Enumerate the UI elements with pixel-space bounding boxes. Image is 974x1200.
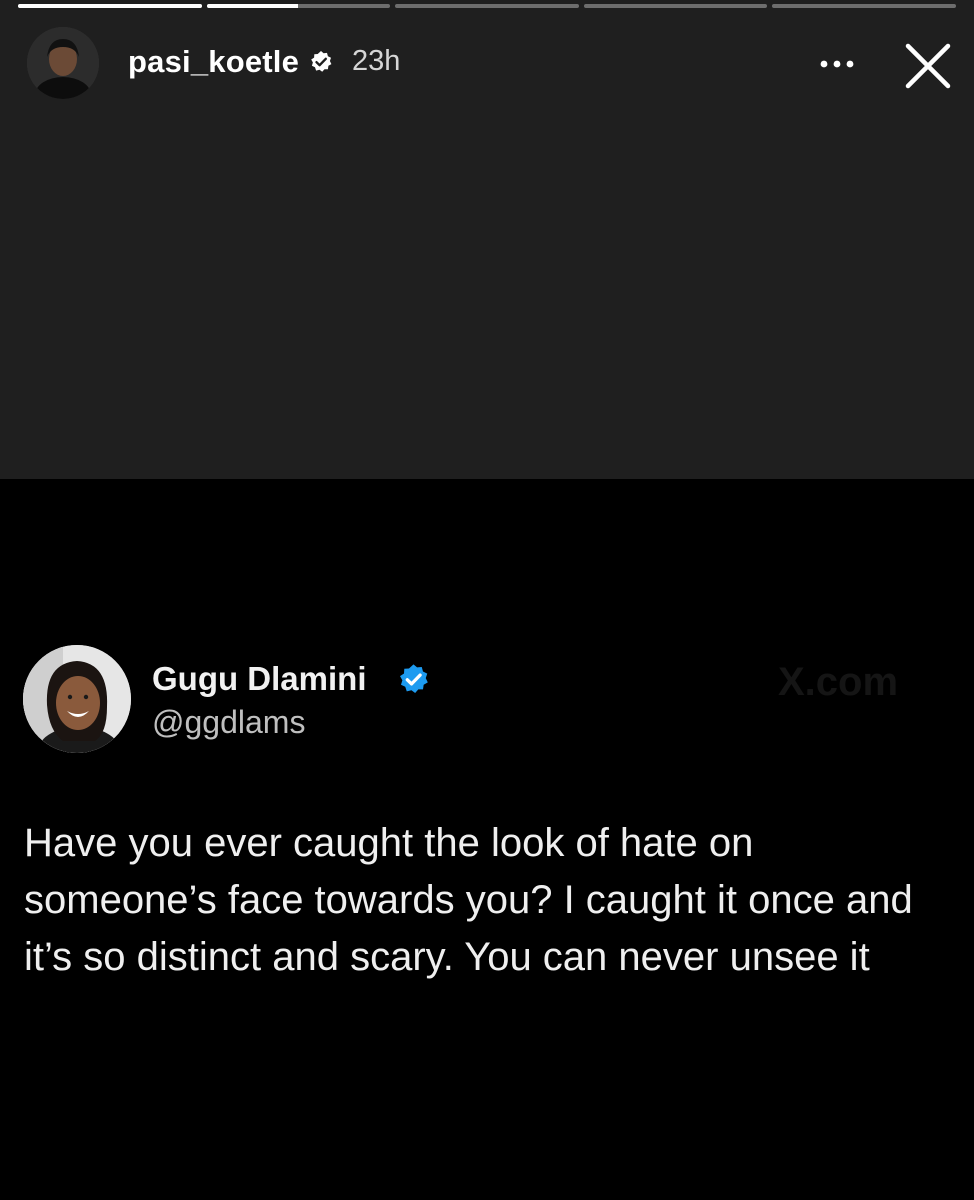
tweet-text: Have you ever caught the look of hate on…: [24, 815, 959, 986]
close-button[interactable]: [900, 38, 956, 94]
story-time-ago: 23h: [352, 45, 401, 77]
tweet-author-avatar: [23, 645, 131, 753]
progress-segment: [18, 4, 202, 8]
avatar-image: [27, 27, 99, 99]
progress-segment: [772, 4, 956, 8]
tweet-text-line: Have you ever caught the look of hate on: [24, 821, 754, 865]
story-progress-bar: [18, 4, 956, 8]
tweet-text-line: someone’s face towards you? I caught it …: [24, 878, 913, 922]
verified-badge-icon: [311, 51, 332, 72]
more-dots-icon: [820, 60, 854, 68]
verified-badge-icon: [400, 664, 428, 693]
tweet-text-line: it’s so distinct and scary. You can neve…: [24, 935, 870, 979]
tweet-author-handle: @ggdlams: [152, 704, 306, 740]
progress-segment: [206, 4, 391, 8]
tweet-author-name: Gugu Dlamini: [152, 660, 367, 697]
progress-segment: [583, 4, 768, 8]
story-user-avatar[interactable]: [27, 27, 99, 99]
avatar-image: [23, 645, 131, 753]
close-icon: [905, 43, 951, 89]
more-options-button[interactable]: [812, 44, 862, 84]
story-username[interactable]: pasi_koetle: [128, 44, 299, 80]
watermark: X.com: [778, 660, 899, 704]
progress-segment: [395, 4, 579, 8]
